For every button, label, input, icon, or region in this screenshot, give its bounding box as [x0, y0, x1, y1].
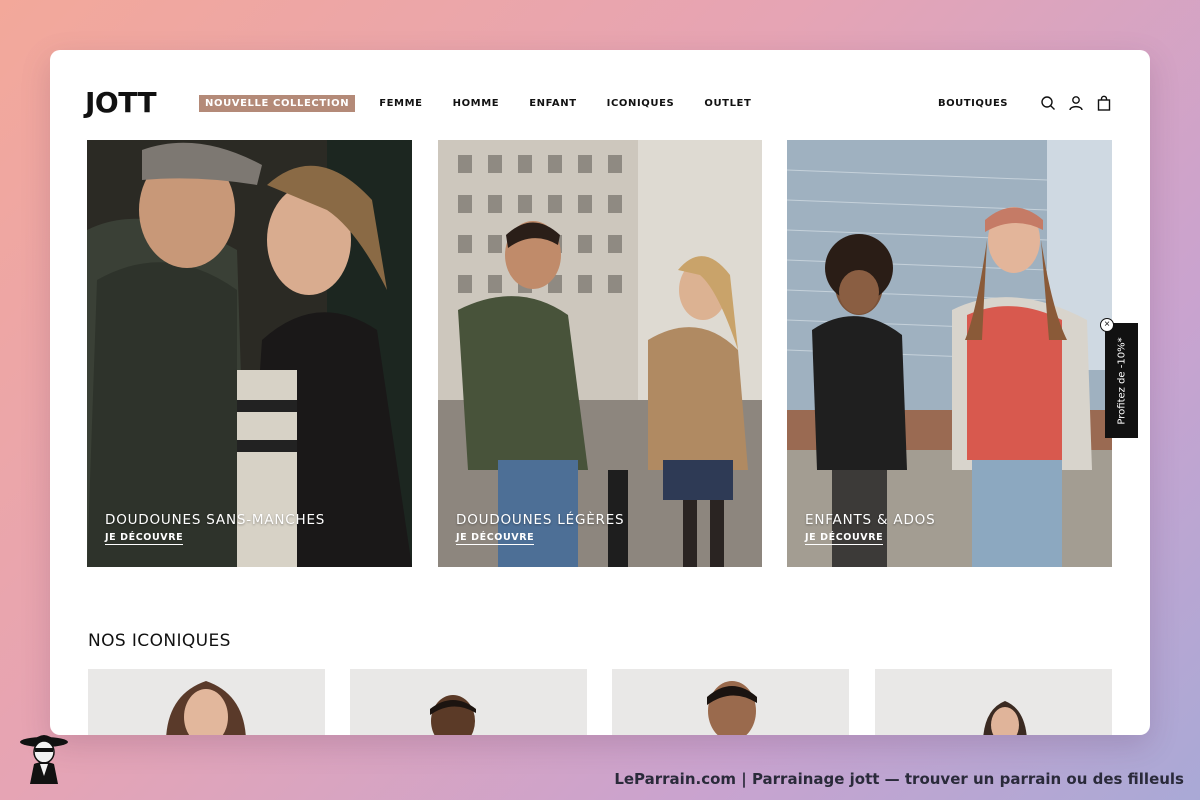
header-actions: BOUTIQUES	[938, 95, 1112, 111]
section-title: NOS ICONIQUES	[88, 631, 231, 651]
hero-image-couple	[87, 140, 412, 567]
nav-item-iconiques[interactable]: ICONIQUES	[607, 98, 675, 109]
browser-window: JOTT NOUVELLE COLLECTION FEMME HOMME ENF…	[50, 50, 1150, 735]
hero-card-title: DOUDOUNES SANS-MANCHES	[105, 512, 326, 528]
product-image	[983, 701, 1027, 735]
nav-item-outlet[interactable]: OUTLET	[704, 98, 751, 109]
nav-item-nouvelle-collection[interactable]: NOUVELLE COLLECTION	[199, 95, 356, 112]
nav-item-homme[interactable]: HOMME	[453, 98, 500, 109]
hero-card-link[interactable]: JE DÉCOUVRE	[105, 532, 184, 545]
product-card[interactable]	[875, 669, 1112, 735]
hero-card-sans-manches[interactable]: DOUDOUNES SANS-MANCHES JE DÉCOUVRE	[87, 140, 412, 567]
hero-image-kids	[787, 140, 1112, 567]
product-image	[166, 681, 246, 735]
product-image	[707, 681, 757, 735]
hero-card-title: DOUDOUNES LÉGÈRES	[456, 512, 625, 528]
footer-caption: LeParrain.com | Parrainage jott — trouve…	[614, 770, 1184, 788]
promo-text: Profitez de -10%*	[1116, 336, 1127, 425]
boutiques-link[interactable]: BOUTIQUES	[938, 98, 1008, 109]
leparrain-mascot-icon	[20, 735, 68, 784]
main-nav: NOUVELLE COLLECTION FEMME HOMME ENFANT I…	[199, 95, 781, 112]
hero-card-legeres[interactable]: DOUDOUNES LÉGÈRES JE DÉCOUVRE	[438, 140, 762, 567]
product-card[interactable]	[350, 669, 587, 735]
product-card[interactable]	[612, 669, 849, 735]
site-header: JOTT NOUVELLE COLLECTION FEMME HOMME ENF…	[50, 50, 1150, 140]
product-card[interactable]	[88, 669, 325, 735]
hero-card-enfants[interactable]: ENFANTS & ADOS JE DÉCOUVRE	[787, 140, 1112, 567]
bag-icon[interactable]	[1096, 95, 1112, 111]
close-icon[interactable]: ×	[1100, 318, 1114, 332]
nav-item-enfant[interactable]: ENFANT	[529, 98, 576, 109]
hero-image-street	[438, 140, 762, 567]
product-image	[430, 695, 476, 735]
hero-card-link[interactable]: JE DÉCOUVRE	[805, 532, 884, 545]
account-icon[interactable]	[1068, 95, 1084, 111]
promo-tab[interactable]: Profitez de -10%*	[1105, 323, 1138, 438]
hero-card-title: ENFANTS & ADOS	[805, 512, 936, 528]
jott-logo[interactable]: JOTT	[85, 86, 157, 119]
hero-card-link[interactable]: JE DÉCOUVRE	[456, 532, 535, 545]
search-icon[interactable]	[1040, 95, 1056, 111]
nav-item-femme[interactable]: FEMME	[379, 98, 422, 109]
